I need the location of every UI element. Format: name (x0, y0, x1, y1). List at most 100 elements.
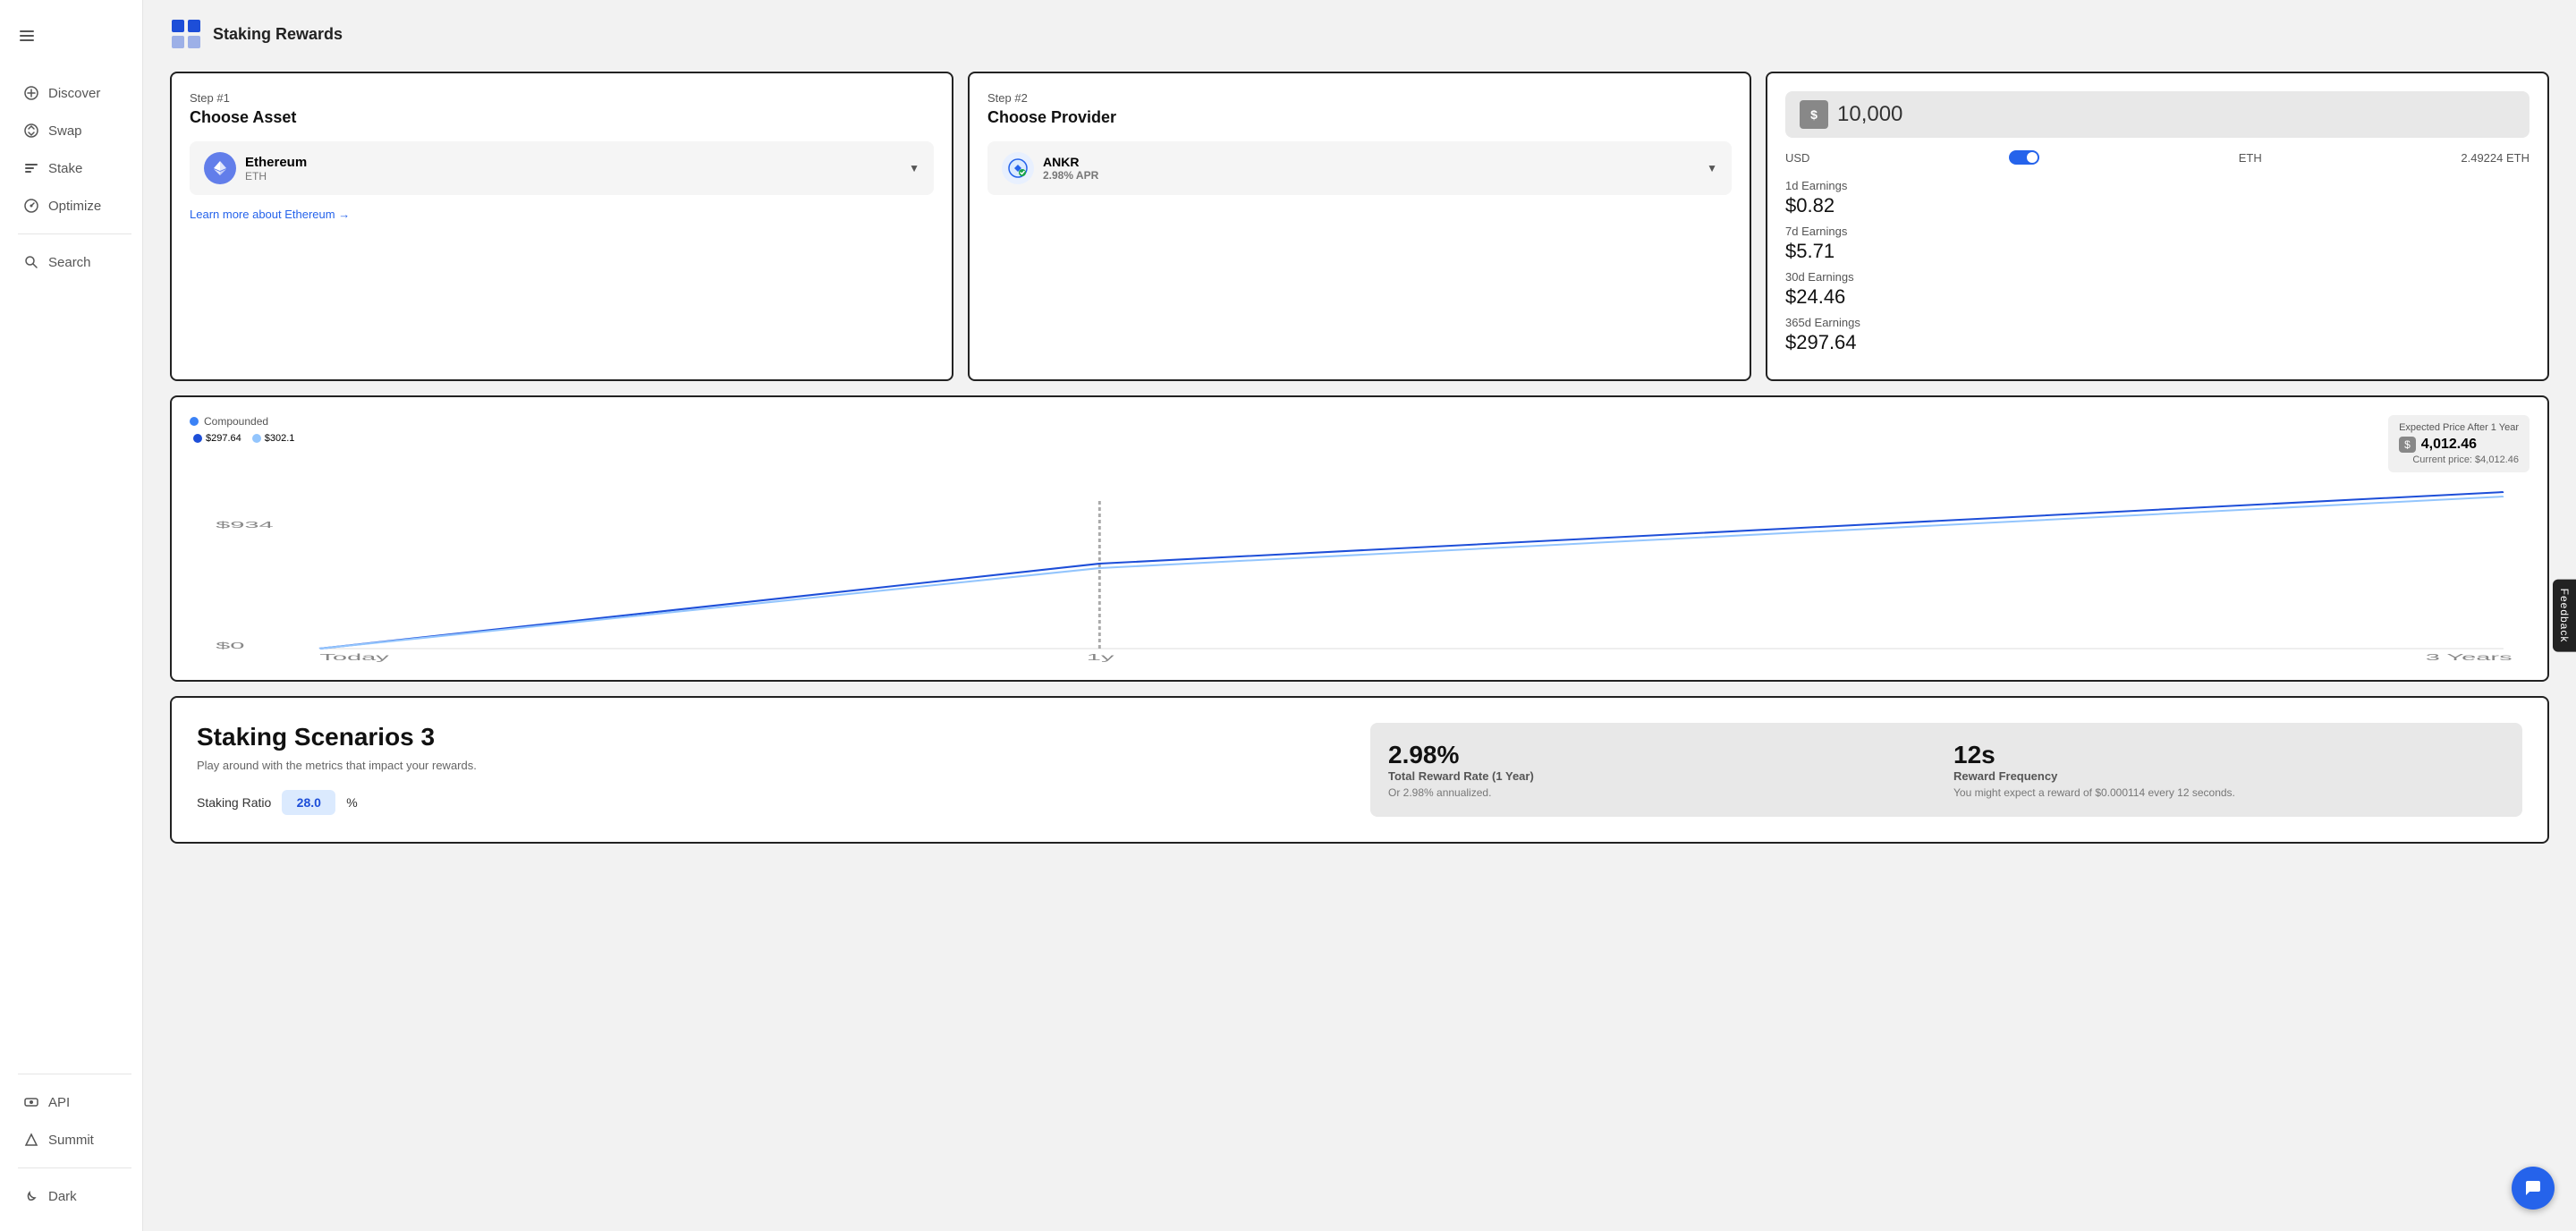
search-icon (23, 254, 39, 270)
toggle-pill[interactable] (2009, 150, 2039, 165)
metric1-label: Total Reward Rate (1 Year) (1388, 769, 1939, 783)
discover-icon (23, 85, 39, 101)
api-icon (23, 1094, 39, 1110)
earnings-365d-row: 365d Earnings $297.64 (1785, 316, 2529, 354)
staking-ratio-input[interactable] (282, 790, 335, 815)
header-title: Staking Rewards (213, 25, 343, 44)
expected-price-label: Expected Price After 1 Year (2399, 422, 2519, 433)
metric1-sublabel: Or 2.98% annualized. (1388, 786, 1939, 799)
stake-icon (23, 160, 39, 176)
staking-ratio-unit: % (346, 795, 357, 810)
chart-header: Compounded $297.64 $302.1 Exp (190, 415, 2529, 472)
metric1-block: 2.98% Total Reward Rate (1 Year) Or 2.98… (1388, 741, 1939, 799)
logo (170, 18, 202, 50)
step1-label: Step #1 (190, 91, 934, 105)
svg-text:1y: 1y (1087, 652, 1114, 662)
provider-chevron-icon: ▼ (1707, 162, 1717, 174)
learn-more-link[interactable]: Learn more about Ethereum → (190, 208, 934, 221)
metric2-value: 12s (1953, 741, 2504, 769)
header: Staking Rewards (170, 0, 2549, 72)
chat-icon (2523, 1178, 2543, 1198)
legend-dot-2 (252, 434, 261, 443)
svg-text:Today: Today (319, 652, 389, 662)
sidebar-divider-2 (18, 1167, 131, 1168)
feedback-tab[interactable]: Feedback (2553, 580, 2576, 652)
toggle-knob (2027, 152, 2038, 163)
currency-toggle[interactable] (2009, 150, 2039, 165)
compounded-label: Compounded (190, 415, 294, 428)
sidebar-item-summit[interactable]: Summit (5, 1123, 137, 1157)
asset-ticker: ETH (245, 170, 307, 183)
earnings-1d-row: 1d Earnings $0.82 (1785, 179, 2529, 217)
metric2-sublabel: You might expect a reward of $0.000114 e… (1953, 786, 2504, 799)
asset-name: Ethereum (245, 155, 307, 170)
earnings-365d-value: $297.64 (1785, 331, 2529, 354)
sidebar-item-api[interactable]: API (5, 1085, 137, 1119)
earnings-7d-value: $5.71 (1785, 240, 2529, 263)
step2-card: Step #2 Choose Provider ANKR 2.98% (968, 72, 1751, 381)
step2-label: Step #2 (987, 91, 1732, 105)
provider-selector[interactable]: ANKR 2.98% APR ▼ (987, 141, 1732, 195)
earnings-1d-label: 1d Earnings (1785, 179, 2529, 192)
main-content: Staking Rewards Step #1 Choose Asset (143, 0, 2576, 1231)
svg-text:$934: $934 (216, 520, 274, 531)
swap-icon (23, 123, 39, 139)
earnings-7d-row: 7d Earnings $5.71 (1785, 225, 2529, 263)
asset-info: Ethereum ETH (204, 152, 307, 184)
scenarios-right: 2.98% Total Reward Rate (1 Year) Or 2.98… (1370, 723, 2522, 817)
legend-1: $297.64 (193, 433, 242, 444)
scenarios-title: Staking Scenarios 3 (197, 723, 1349, 751)
sidebar-item-dark[interactable]: Dark (5, 1179, 137, 1213)
chat-button[interactable] (2512, 1167, 2555, 1210)
sidebar-bottom: API Summit Dark (0, 1066, 142, 1213)
legend-dot-1 (193, 434, 202, 443)
sidebar-item-swap[interactable]: Swap (5, 114, 137, 148)
calculator-card: $ 10,000 USD ETH 2.49224 ETH 1d Earnings… (1766, 72, 2549, 381)
cards-row: Step #1 Choose Asset Ethereum ETH (170, 72, 2549, 682)
scenarios-desc: Play around with the metrics that impact… (197, 759, 1349, 772)
chevron-down-icon: ▼ (909, 162, 919, 174)
staking-ratio-label: Staking Ratio (197, 795, 271, 810)
provider-info: ANKR 2.98% APR (1002, 152, 1098, 184)
sidebar-item-optimize[interactable]: Optimize (5, 189, 137, 223)
earnings-7d-label: 7d Earnings (1785, 225, 2529, 238)
provider-name: ANKR (1043, 155, 1098, 169)
chart-card: Compounded $297.64 $302.1 Exp (170, 395, 2549, 682)
toggle-icon (18, 27, 36, 45)
logo-icon (170, 18, 202, 50)
asset-selector[interactable]: Ethereum ETH ▼ (190, 141, 934, 195)
amount-input-row: $ 10,000 (1785, 91, 2529, 138)
step1-title: Choose Asset (190, 108, 934, 127)
eth-icon (204, 152, 236, 184)
sidebar-item-stake[interactable]: Stake (5, 151, 137, 185)
summit-icon (23, 1132, 39, 1148)
optimize-icon (23, 198, 39, 214)
sidebar-item-discover[interactable]: Discover (5, 76, 137, 110)
earnings-30d-value: $24.46 (1785, 285, 2529, 309)
provider-icon (1002, 152, 1034, 184)
amount-value: 10,000 (1837, 102, 2515, 127)
chart-svg: $0 $934 Today 1y 3 Years (190, 483, 2529, 662)
staking-ratio-row: Staking Ratio % (197, 790, 1349, 815)
expected-price-box: Expected Price After 1 Year $ 4,012.46 C… (2388, 415, 2529, 472)
expected-dollar-badge: $ (2399, 437, 2416, 453)
scenarios-left: Staking Scenarios 3 Play around with the… (197, 723, 1349, 817)
svg-text:$0: $0 (216, 641, 244, 651)
sidebar: Discover Swap Stake Optimize Search (0, 0, 143, 1231)
sidebar-item-search[interactable]: Search (5, 245, 137, 279)
eth-equivalent: 2.49224 ETH (2461, 151, 2529, 165)
step1-card: Step #1 Choose Asset Ethereum ETH (170, 72, 953, 381)
legend-2: $302.1 (252, 433, 295, 444)
dollar-icon: $ (1800, 100, 1828, 129)
currency-toggle-row: USD ETH 2.49224 ETH (1785, 150, 2529, 165)
svg-text:3 Years: 3 Years (2426, 652, 2512, 662)
scenarios-card: Staking Scenarios 3 Play around with the… (170, 696, 2549, 844)
earnings-30d-row: 30d Earnings $24.46 (1785, 270, 2529, 309)
sidebar-toggle[interactable] (0, 18, 54, 58)
step2-title: Choose Provider (987, 108, 1732, 127)
provider-apr: 2.98% APR (1043, 169, 1098, 182)
dark-icon (23, 1188, 39, 1204)
earnings-365d-label: 365d Earnings (1785, 316, 2529, 329)
earnings-30d-label: 30d Earnings (1785, 270, 2529, 284)
current-price-text: Current price: $4,012.46 (2399, 454, 2519, 465)
